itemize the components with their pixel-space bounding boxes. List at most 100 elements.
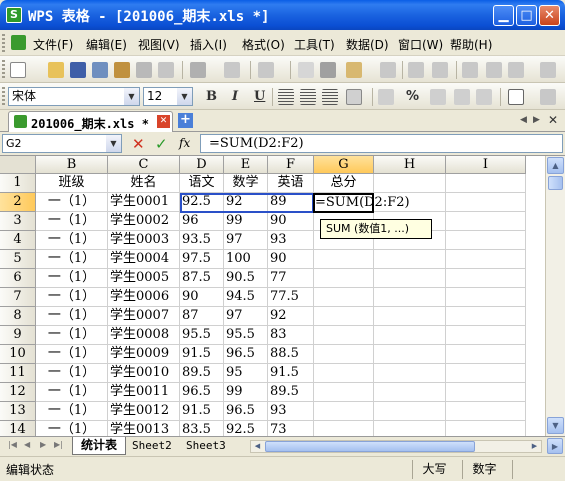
table-cell[interactable]: 95.5 — [224, 326, 268, 345]
table-cell[interactable]: 一（1） — [36, 307, 108, 326]
table-cell[interactable]: 学生0004 — [108, 250, 180, 269]
table-cell[interactable]: 一（1） — [36, 231, 108, 250]
table-cell[interactable]: 学生0009 — [108, 345, 180, 364]
open-folder-icon[interactable] — [48, 62, 64, 78]
tab-scroll-right-icon[interactable]: ▶ — [533, 115, 540, 125]
horizontal-scroll-thumb[interactable] — [265, 441, 475, 452]
table-cell[interactable]: 英语 — [268, 174, 314, 193]
table-cell[interactable] — [374, 250, 446, 269]
cut-icon[interactable] — [320, 62, 336, 78]
table-cell[interactable]: 96 — [180, 212, 224, 231]
table-cell[interactable]: 学生0008 — [108, 326, 180, 345]
formula-input[interactable]: =SUM(D2:F2) — [200, 134, 563, 153]
row-header[interactable]: 4 — [0, 231, 36, 250]
document-tab[interactable]: 201006_期末.xls * ✕ — [8, 111, 173, 132]
new-file-icon[interactable] — [10, 62, 26, 78]
table-cell[interactable] — [374, 174, 446, 193]
table-cell[interactable] — [446, 174, 526, 193]
menu-view[interactable]: 视图(V) — [138, 36, 180, 53]
table-cell[interactable]: 学生0002 — [108, 212, 180, 231]
minimize-button[interactable]: ▁ — [493, 5, 514, 26]
close-button[interactable]: ✕ — [539, 5, 560, 26]
row-header[interactable]: 1 — [0, 174, 36, 193]
scroll-corner-icon[interactable]: ▶ — [547, 438, 563, 454]
toolbar-grip[interactable] — [2, 87, 5, 106]
align-left-icon[interactable] — [278, 89, 294, 105]
copy-icon[interactable] — [298, 62, 314, 78]
row-header[interactable]: 6 — [0, 269, 36, 288]
row-header[interactable]: 3 — [0, 212, 36, 231]
table-cell[interactable] — [314, 383, 374, 402]
font-name-select[interactable]: 宋体 ▼ — [8, 87, 140, 106]
table-cell[interactable] — [446, 345, 526, 364]
table-cell[interactable]: 88.5 — [268, 345, 314, 364]
menu-insert[interactable]: 插入(I) — [190, 36, 227, 53]
merge-center-icon[interactable] — [346, 89, 362, 105]
table-cell[interactable]: 学生0013 — [108, 421, 180, 436]
format-painter-icon[interactable] — [380, 62, 396, 78]
table-cell[interactable]: 90 — [268, 250, 314, 269]
sort-icon[interactable] — [486, 62, 502, 78]
scroll-down-icon[interactable]: ▼ — [547, 417, 564, 434]
confirm-formula-icon[interactable]: ✓ — [155, 135, 168, 153]
table-cell[interactable]: 91.5 — [180, 402, 224, 421]
table-cell[interactable]: 学生0007 — [108, 307, 180, 326]
print-icon[interactable] — [190, 62, 206, 78]
table-cell[interactable]: 77 — [268, 269, 314, 288]
table-cell[interactable]: 96.5 — [224, 345, 268, 364]
table-cell[interactable] — [446, 212, 526, 231]
table-cell[interactable] — [446, 193, 526, 212]
table-cell[interactable]: 96.5 — [180, 383, 224, 402]
prev-sheet-icon[interactable]: ◀ — [24, 440, 30, 449]
row-header[interactable]: 10 — [0, 345, 36, 364]
table-cell[interactable]: 一（1） — [36, 345, 108, 364]
table-cell[interactable]: 83.5 — [180, 421, 224, 436]
active-cell-editor[interactable]: =SUM(D2:F2) — [313, 193, 410, 213]
table-cell[interactable]: 一（1） — [36, 250, 108, 269]
scroll-up-icon[interactable]: ▲ — [547, 157, 564, 174]
table-cell[interactable] — [374, 364, 446, 383]
table-cell[interactable] — [374, 326, 446, 345]
insert-function-icon[interactable] — [462, 62, 478, 78]
table-cell[interactable]: 89.5 — [268, 383, 314, 402]
thousands-icon[interactable] — [430, 89, 446, 105]
decrease-decimal-icon[interactable] — [476, 89, 492, 105]
table-cell[interactable]: 94.5 — [224, 288, 268, 307]
table-cell[interactable] — [446, 250, 526, 269]
chevron-down-icon[interactable]: ▼ — [106, 135, 121, 152]
horizontal-scrollbar[interactable]: ◀ ▶ — [250, 440, 542, 453]
table-cell[interactable] — [314, 364, 374, 383]
toolbar-options-icon[interactable] — [540, 62, 556, 78]
menu-help[interactable]: 帮助(H) — [450, 36, 492, 53]
table-cell[interactable]: 学生0003 — [108, 231, 180, 250]
table-cell[interactable]: 一（1） — [36, 326, 108, 345]
paste-icon[interactable] — [346, 62, 362, 78]
column-header-e[interactable]: E — [224, 156, 268, 174]
table-cell[interactable]: 93.5 — [180, 231, 224, 250]
wps-app-icon[interactable]: S — [6, 7, 22, 23]
table-cell[interactable] — [374, 402, 446, 421]
table-cell[interactable]: 89 — [268, 193, 314, 212]
chevron-down-icon[interactable]: ▼ — [124, 88, 139, 105]
print-preview-icon[interactable] — [224, 62, 240, 78]
table-cell[interactable]: 92.5 — [180, 193, 224, 212]
table-cell[interactable]: 91.5 — [180, 345, 224, 364]
mail-icon[interactable] — [136, 62, 152, 78]
close-tab-icon[interactable]: ✕ — [157, 115, 170, 128]
spell-check-icon[interactable] — [258, 62, 274, 78]
table-cell[interactable]: 100 — [224, 250, 268, 269]
column-header-b[interactable]: B — [36, 156, 108, 174]
chevron-down-icon[interactable]: ▼ — [177, 88, 192, 105]
table-cell[interactable]: 90 — [180, 288, 224, 307]
insert-function-button[interactable]: fx — [179, 136, 190, 150]
table-cell[interactable]: 90 — [268, 212, 314, 231]
table-cell[interactable] — [446, 269, 526, 288]
align-right-icon[interactable] — [322, 89, 338, 105]
table-cell[interactable]: 97.5 — [180, 250, 224, 269]
table-cell[interactable]: 77.5 — [268, 288, 314, 307]
row-header[interactable]: 2 — [0, 193, 36, 212]
column-header-g[interactable]: G — [314, 156, 374, 174]
table-cell[interactable] — [446, 364, 526, 383]
menu-edit[interactable]: 编辑(E) — [86, 36, 127, 53]
table-cell[interactable] — [374, 421, 446, 436]
